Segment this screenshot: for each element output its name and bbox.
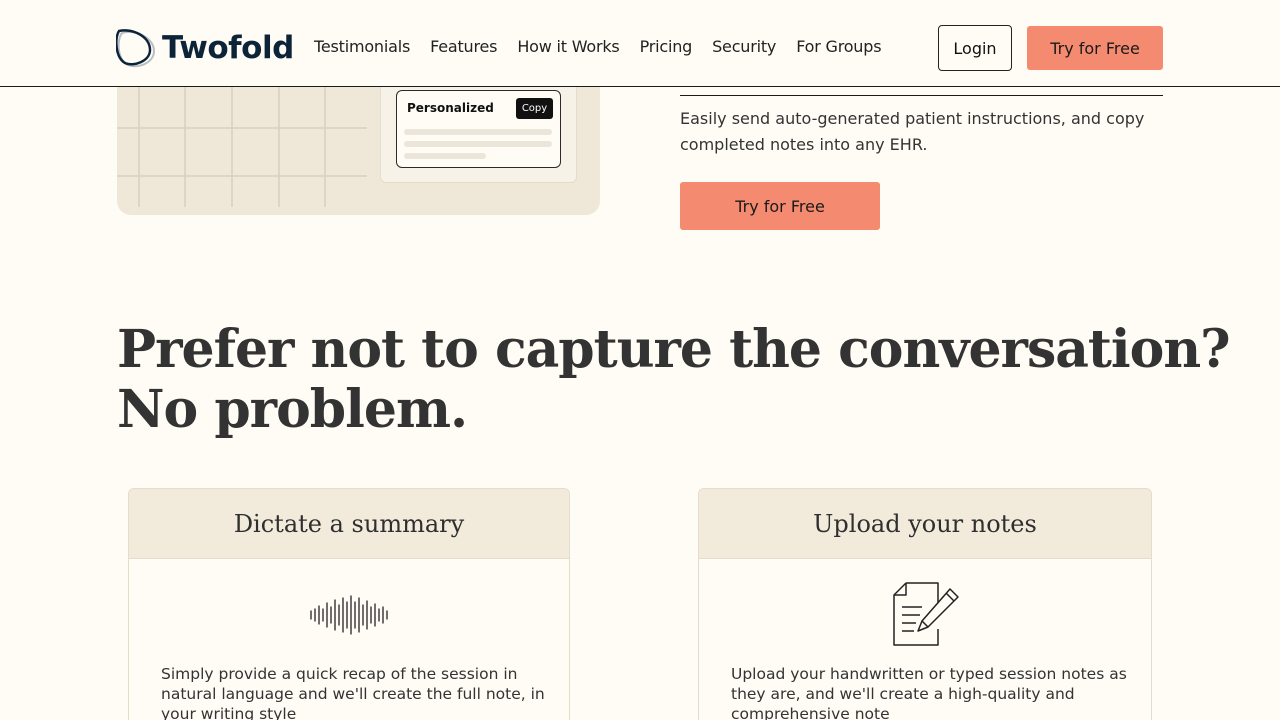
nav-how-it-works[interactable]: How it Works — [517, 37, 619, 56]
card-description: Simply provide a quick recap of the sess… — [161, 665, 545, 720]
document-pencil-icon — [893, 582, 959, 646]
section-headline: Prefer not to capture the conversation? … — [117, 319, 1231, 440]
brand-name: Twofold — [162, 30, 294, 66]
nav-for-groups[interactable]: For Groups — [796, 37, 881, 56]
page: Personalized Copy Twofold Testimonials F… — [0, 0, 1280, 720]
try-for-free-header-button[interactable]: Try for Free — [1027, 26, 1163, 70]
nav-testimonials[interactable]: Testimonials — [314, 37, 410, 56]
nav-pricing[interactable]: Pricing — [640, 37, 693, 56]
card-title: Upload your notes — [699, 489, 1151, 559]
waveform-icon — [310, 595, 388, 635]
nav-features[interactable]: Features — [430, 37, 497, 56]
text-placeholder-line — [404, 129, 552, 135]
site-header: Twofold Testimonials Features How it Wor… — [0, 0, 1280, 87]
copy-button[interactable]: Copy — [516, 98, 553, 119]
nav-security[interactable]: Security — [712, 37, 776, 56]
feature-description: Easily send auto-generated patient instr… — [680, 109, 1145, 154]
text-placeholder-line — [404, 153, 486, 159]
brand-logo[interactable]: Twofold — [116, 26, 294, 70]
section-divider — [680, 95, 1163, 96]
main-nav: Testimonials Features How it Works Prici… — [314, 37, 901, 56]
card-description: Upload your handwritten or typed session… — [731, 665, 1127, 720]
dictate-summary-card: Dictate a summary Simply provide a quick… — [128, 488, 570, 720]
try-for-free-button[interactable]: Try for Free — [680, 182, 880, 230]
headline-line-2: No problem. — [117, 379, 468, 440]
personalized-card: Personalized Copy — [396, 90, 561, 168]
login-button[interactable]: Login — [938, 25, 1012, 71]
headline-line-1: Prefer not to capture the conversation? — [117, 319, 1231, 380]
text-placeholder-line — [404, 141, 552, 147]
twofold-logo-icon — [116, 29, 156, 68]
card-title: Dictate a summary — [129, 489, 569, 559]
upload-notes-card: Upload your notes Upload your handwritte… — [698, 488, 1152, 720]
personalized-label: Personalized — [407, 101, 494, 115]
